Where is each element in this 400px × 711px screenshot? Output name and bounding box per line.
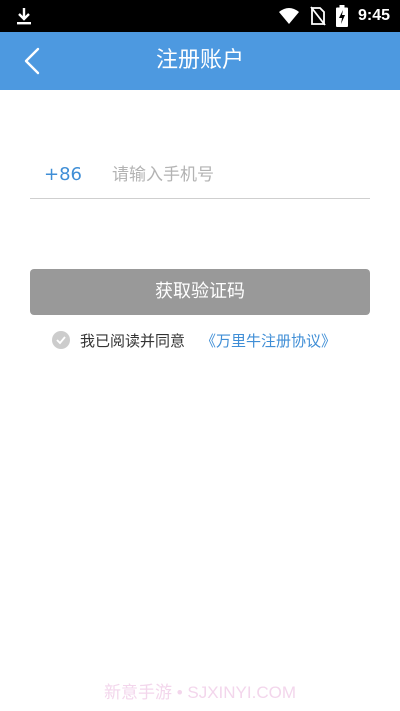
agree-checkbox[interactable]: [52, 331, 70, 349]
phone-row: +86: [30, 152, 370, 199]
nav-bar: 注册账户: [0, 32, 400, 90]
agreement-row: 我已阅读并同意 《万里牛注册协议》: [52, 328, 336, 352]
no-sim-icon: [310, 6, 326, 26]
status-bar: 9:45: [0, 0, 400, 32]
wifi-icon: [278, 8, 299, 24]
phone-input[interactable]: [112, 156, 362, 194]
country-code[interactable]: +86: [44, 152, 82, 198]
page-title: 注册账户: [155, 48, 244, 73]
status-time: 9:45: [357, 7, 390, 24]
battery-charging-icon: [335, 5, 348, 27]
agreement-text: 我已阅读并同意: [80, 331, 186, 350]
agreement-link[interactable]: 《万里牛注册协议》: [201, 330, 336, 351]
get-code-button[interactable]: 获取验证码: [30, 269, 370, 315]
check-icon: [56, 336, 66, 345]
download-icon: [17, 8, 31, 25]
watermark: 新意手游 • SJXINYI.COM: [103, 683, 297, 702]
